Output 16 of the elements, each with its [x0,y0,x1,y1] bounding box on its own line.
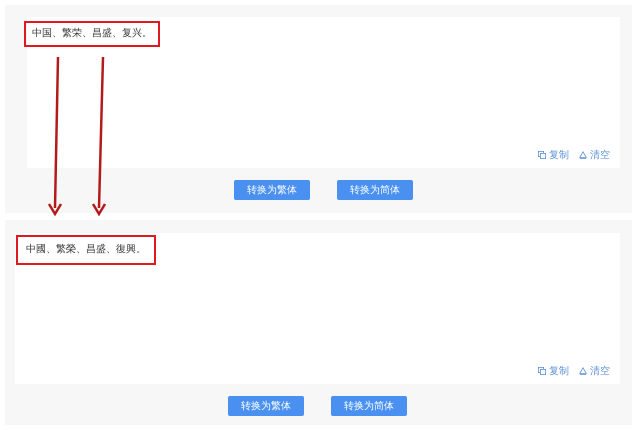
clear-link[interactable]: 清空 [579,148,610,162]
simplified-button[interactable]: 转换为简体 [337,180,413,200]
copy-link[interactable]: 复制 [538,364,569,378]
copy-icon [538,151,546,159]
text-area[interactable]: 中国、繁荣、昌盛、复兴。 复制 清空 [27,17,620,168]
copy-icon [538,367,546,375]
text-area[interactable]: 中國、繁榮、昌盛、復興。 复制 清空 [15,233,620,384]
eraser-icon [579,367,587,375]
eraser-icon [579,151,587,159]
clear-link[interactable]: 清空 [579,364,610,378]
highlighted-text: 中國、繁榮、昌盛、復興。 [16,235,156,265]
traditional-button[interactable]: 转换为繁体 [234,180,310,200]
simplified-button[interactable]: 转换为简体 [331,396,407,416]
traditional-button[interactable]: 转换为繁体 [228,396,304,416]
copy-link[interactable]: 复制 [538,148,569,162]
highlighted-text: 中国、繁荣、昌盛、复兴。 [24,21,160,47]
